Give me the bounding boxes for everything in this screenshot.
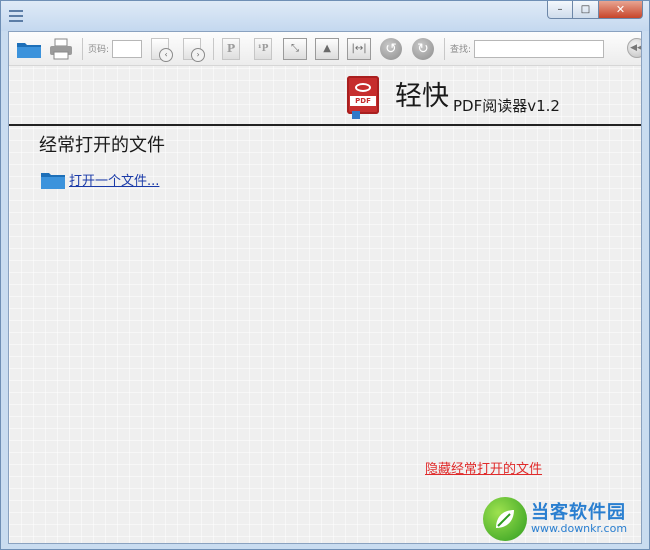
- rotate-left-button[interactable]: ↺: [377, 36, 405, 62]
- open-folder-button[interactable]: [15, 36, 43, 62]
- leaf-logo-icon: [483, 497, 527, 541]
- menu-icon[interactable]: [9, 10, 23, 22]
- fit-page-button[interactable]: ▲: [313, 36, 341, 62]
- page-label: 页码:: [88, 45, 110, 55]
- watermark-name: 当客软件园: [531, 502, 626, 524]
- fullscreen-icon: ⤡: [283, 37, 308, 60]
- toolbar-separator: [82, 37, 83, 60]
- maximize-button[interactable]: □: [573, 1, 599, 19]
- two-page-icon: ¹P: [254, 37, 273, 60]
- rotate-left-icon: ↺: [380, 37, 403, 60]
- find-input[interactable]: [474, 39, 605, 58]
- fullscreen-button[interactable]: ⤡: [281, 36, 309, 62]
- window-controls: – □ ✕: [547, 1, 643, 19]
- watermark: 当客软件园 www.downkr.com: [483, 495, 639, 543]
- toolbar: 页码: ‹ › P ¹P ⤡ ▲ |↔| ↺ ↻ 查找: ◀: [9, 32, 641, 66]
- title-bar[interactable]: – □ ✕: [1, 1, 649, 31]
- previous-page-button[interactable]: ‹: [146, 36, 174, 62]
- header-divider: [9, 124, 641, 126]
- fit-page-icon: ▲: [315, 37, 340, 60]
- single-page-icon: P: [222, 37, 241, 60]
- rewind-icon: ◀◀: [630, 43, 641, 53]
- two-page-button[interactable]: ¹P: [249, 36, 277, 62]
- find-label: 查找:: [450, 45, 472, 55]
- folder-icon: [41, 172, 65, 189]
- rotate-right-button[interactable]: ↻: [409, 36, 437, 62]
- open-file-link[interactable]: 打开一个文件...: [69, 170, 159, 189]
- page-number-input[interactable]: [112, 39, 143, 58]
- fit-width-button[interactable]: |↔|: [345, 36, 373, 62]
- search-previous-button[interactable]: ◀◀: [627, 38, 641, 58]
- recent-files-heading: 经常打开的文件: [39, 135, 165, 156]
- app-title: 轻快: [395, 81, 449, 112]
- single-page-button[interactable]: P: [217, 36, 245, 62]
- minimize-button[interactable]: –: [547, 1, 573, 19]
- arrow-left-icon: ‹: [159, 47, 174, 62]
- hide-recent-files-link[interactable]: 隐藏经常打开的文件: [425, 458, 542, 477]
- app-subtitle: PDF阅读器v1.2: [453, 97, 560, 115]
- client-area: 页码: ‹ › P ¹P ⤡ ▲ |↔| ↺ ↻ 查找: ◀ PDF 轻快 PD…: [8, 31, 642, 544]
- rotate-right-icon: ↻: [412, 37, 435, 60]
- app-brand: PDF 轻快 PDF阅读器v1.2: [347, 70, 560, 119]
- arrow-right-icon: ›: [191, 47, 206, 62]
- app-window: – □ ✕ 页码: ‹ › P ¹P ⤡ ▲ |↔| ↺ ↻ 查找: ◀ PDF…: [0, 0, 650, 550]
- printer-icon: [50, 38, 72, 59]
- toolbar-separator: [213, 37, 215, 60]
- print-button[interactable]: [47, 36, 75, 62]
- close-button[interactable]: ✕: [599, 1, 643, 19]
- folder-icon: [17, 42, 41, 58]
- open-file-row[interactable]: 打开一个文件...: [41, 170, 159, 189]
- fit-width-icon: |↔|: [347, 37, 372, 60]
- toolbar-separator: [444, 37, 446, 60]
- next-page-button[interactable]: ›: [178, 36, 206, 62]
- pdf-logo-icon: PDF: [347, 76, 379, 119]
- watermark-url: www.downkr.com: [531, 521, 628, 535]
